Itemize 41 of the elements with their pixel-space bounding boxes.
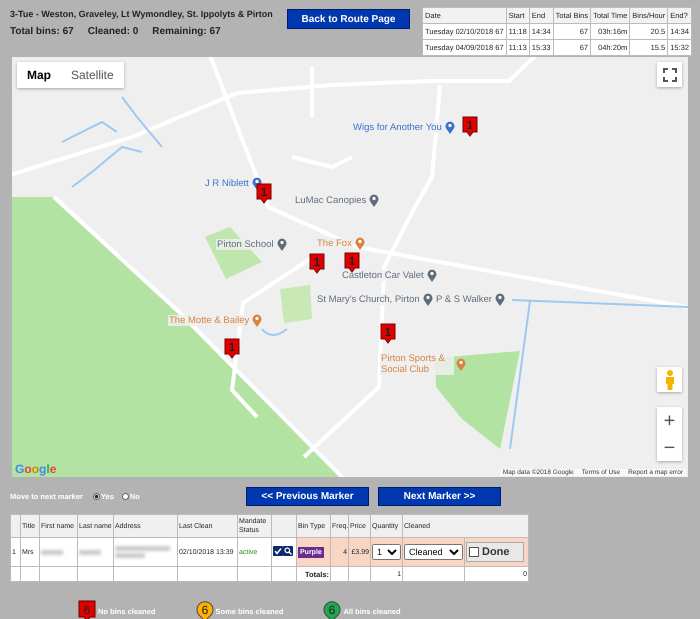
location-pin-icon — [276, 238, 287, 251]
person-icon — [664, 368, 676, 390]
map-type-tab[interactable]: Map — [17, 62, 61, 88]
radio-button[interactable] — [122, 492, 129, 500]
previous-marker-button[interactable]: << Previous Marker — [246, 486, 369, 506]
checkbox-icon[interactable] — [273, 546, 283, 556]
zoom-out-button[interactable]: − — [657, 434, 682, 461]
search-icon[interactable] — [283, 546, 293, 556]
map-type-tab[interactable]: Satellite — [61, 62, 124, 88]
fullscreen-button[interactable] — [657, 62, 682, 87]
pond — [261, 328, 288, 336]
location-pin-icon — [354, 237, 365, 250]
route-stat: Remaining: 67 — [152, 26, 221, 37]
route-stat: Cleaned: 0 — [88, 26, 138, 37]
marker-icon: 6 — [323, 600, 342, 619]
location-pin-icon — [422, 293, 433, 306]
marker-icon: 6 — [196, 600, 214, 619]
route-title: 3-Tue - Weston, Graveley, Lt Wymondley, St. Ippolyts & Pirton — [10, 9, 274, 19]
location-pin-icon — [494, 293, 505, 306]
blurred-text — [115, 546, 170, 551]
radio-button[interactable] — [92, 492, 100, 500]
back-button[interactable]: Back to Route Page — [287, 9, 410, 29]
marker-icon: 6 — [78, 600, 96, 619]
blurred-text — [115, 553, 145, 558]
location-pin-icon — [252, 314, 262, 327]
blurred-text — [79, 550, 101, 554]
location-pin-icon — [369, 194, 380, 207]
location-pin-icon — [426, 269, 437, 282]
route-stat: Total bins: 67 — [10, 26, 74, 37]
blurred-text — [41, 550, 63, 554]
cleaned-select[interactable]: Cleaned — [404, 544, 463, 560]
zoom-in-button[interactable]: + — [657, 407, 682, 434]
done-button[interactable]: Done — [466, 542, 524, 562]
quantity-select[interactable]: 1 — [372, 544, 401, 560]
fullscreen-icon — [662, 68, 676, 82]
location-pin-icon — [444, 121, 455, 134]
checkbox[interactable] — [469, 547, 479, 557]
location-pin-icon — [456, 358, 466, 370]
google-logo: Google — [15, 462, 56, 476]
next-marker-button[interactable]: Next Marker >> — [378, 486, 501, 506]
stream — [62, 120, 118, 143]
